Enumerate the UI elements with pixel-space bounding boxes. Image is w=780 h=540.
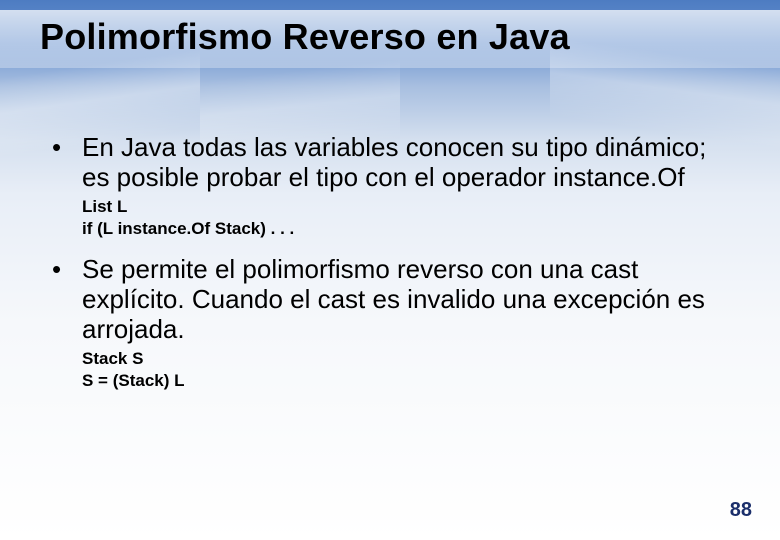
bullet-text: En Java todas las variables conocen su t… [82, 132, 740, 192]
title-bar: Polimorfismo Reverso en Java [0, 10, 780, 68]
code-block: List L if (L instance.Of Stack) . . . [82, 196, 740, 240]
code-line: if (L instance.Of Stack) . . . [82, 218, 740, 240]
bullet-marker: • [48, 254, 82, 284]
code-line: S = (Stack) L [82, 370, 740, 392]
code-line: List L [82, 196, 740, 218]
code-line: Stack S [82, 348, 740, 370]
page-number: 88 [730, 499, 752, 522]
code-block: Stack S S = (Stack) L [82, 348, 740, 392]
bullet-text: Se permite el polimorfismo reverso con u… [82, 254, 740, 344]
list-item: • En Java todas las variables conocen su… [48, 132, 740, 240]
slide-title: Polimorfismo Reverso en Java [40, 16, 780, 58]
bullet-marker: • [48, 132, 82, 162]
slide-content: • En Java todas las variables conocen su… [48, 132, 740, 406]
bullet-list: • En Java todas las variables conocen su… [48, 132, 740, 392]
list-item: • Se permite el polimorfismo reverso con… [48, 254, 740, 392]
